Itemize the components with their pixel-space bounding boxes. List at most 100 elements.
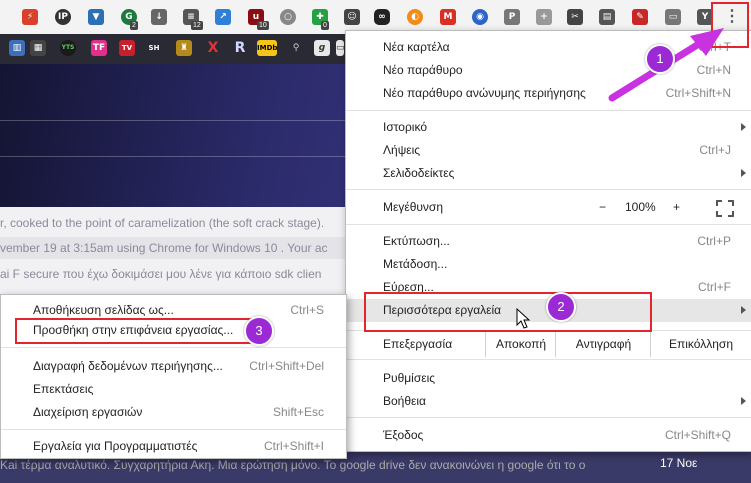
menu-item-label: Διαγραφή δεδομένων περιήγησης... bbox=[33, 359, 223, 373]
menu-item-shortcut: Ctrl+J bbox=[699, 143, 731, 157]
menu-item-label: Μετάδοση... bbox=[383, 257, 448, 271]
paste-icon[interactable]: ▭ bbox=[665, 9, 681, 25]
menu-item-clear-data[interactable]: Διαγραφή δεδομένων περιήγησης... Ctrl+Sh… bbox=[1, 355, 346, 377]
imdb-icon[interactable]: IMDb bbox=[257, 40, 277, 56]
step-1-badge: 1 bbox=[645, 44, 675, 74]
menu-item-label: Επεκτάσεις bbox=[33, 382, 94, 396]
menu-item-label: Σελιδοδείκτες bbox=[383, 166, 455, 180]
menu-item-task-manager[interactable]: Διαχείριση εργασιών Shift+Esc bbox=[1, 401, 346, 423]
scissors-icon[interactable]: ✂ bbox=[567, 9, 583, 25]
step-2-badge: 2 bbox=[546, 292, 576, 322]
cut-button[interactable]: Αποκοπή bbox=[485, 332, 556, 357]
menu-item-help[interactable]: Βοήθεια bbox=[346, 390, 751, 412]
menu-item-shortcut: Ctrl+Shift+I bbox=[263, 439, 324, 453]
menu-item-label: Λήψεις bbox=[383, 143, 421, 157]
sh-icon[interactable]: SH bbox=[146, 40, 162, 56]
submenu-arrow-icon bbox=[741, 397, 746, 405]
tape-icon[interactable]: ∞ bbox=[374, 9, 390, 25]
menu-item-shortcut: Ctrl+P bbox=[697, 234, 731, 248]
menu-separator bbox=[346, 417, 751, 418]
menu-item-shortcut: Ctrl+Shift+Del bbox=[249, 359, 324, 373]
ublock-badge: 10 bbox=[257, 21, 269, 30]
menu-item-shortcut: Shift+Esc bbox=[272, 405, 324, 419]
gmail-icon[interactable]: M bbox=[440, 9, 456, 25]
menu-item-label: Ιστορικό bbox=[383, 120, 428, 134]
menu-item-history[interactable]: Ιστορικό bbox=[346, 116, 751, 138]
terminal-icon[interactable]: ▭ bbox=[336, 40, 345, 56]
menu-item-settings[interactable]: Ρυθμίσεις bbox=[346, 367, 751, 389]
puzzle-badge: 0 bbox=[321, 21, 329, 30]
menu-item-shortcut: Ctrl+Shift+N bbox=[665, 86, 731, 100]
grammarly-badge: 2 bbox=[130, 21, 138, 30]
menu-item-label: Επεξεργασία bbox=[383, 337, 453, 351]
menu-item-label: Μεγέθυνση bbox=[383, 200, 444, 214]
highlight-add-to-desktop bbox=[15, 318, 251, 344]
r-icon[interactable]: R bbox=[232, 40, 248, 56]
g-icon[interactable]: g bbox=[314, 40, 330, 56]
menu-item-new-tab[interactable]: Νέα καρτέλα Ctrl+T bbox=[346, 36, 751, 58]
grid-icon[interactable]: ▦ bbox=[30, 40, 46, 56]
menu-item-label: Νέο παράθυρο ανώνυμης περιήγησης bbox=[383, 86, 586, 100]
zoom-out-button[interactable]: − bbox=[599, 196, 606, 218]
menu-item-label: Έξοδος bbox=[383, 428, 424, 442]
paste-button[interactable]: Επικόλληση bbox=[650, 332, 751, 357]
chrome-main-menu: Νέα καρτέλα Ctrl+T Νέο παράθυρο Ctrl+N Ν… bbox=[345, 30, 751, 452]
camera-icon[interactable]: ◉ bbox=[472, 9, 488, 25]
x-icon[interactable]: X bbox=[205, 40, 221, 56]
menu-item-cast[interactable]: Μετάδοση... bbox=[346, 253, 751, 275]
firefox-icon[interactable]: ◐ bbox=[407, 9, 423, 25]
zoom-in-button[interactable]: + bbox=[673, 196, 680, 218]
menu-item-exit[interactable]: Έξοδος Ctrl+Shift+Q bbox=[346, 424, 751, 446]
pdf-icon[interactable]: P bbox=[504, 9, 520, 25]
menu-item-label: Νέο παράθυρο bbox=[383, 63, 463, 77]
yts-icon[interactable]: YTS bbox=[60, 40, 76, 56]
fullscreen-icon[interactable] bbox=[716, 200, 734, 217]
menu-item-label: Εκτύπωση... bbox=[383, 234, 450, 248]
download-icon[interactable]: ↓ bbox=[151, 9, 167, 25]
comment-date: 17 Νοε bbox=[660, 456, 698, 470]
divider bbox=[0, 120, 345, 121]
menu-separator bbox=[346, 359, 751, 360]
flash-icon[interactable]: ⚡ bbox=[22, 9, 38, 25]
tv-icon[interactable]: TV bbox=[119, 40, 135, 56]
submenu-arrow-icon bbox=[741, 123, 746, 131]
comment-text: Kai τέρμα αναλυτικό. Συγχαρητήρια Ακη. Μ… bbox=[0, 458, 586, 472]
plus-icon[interactable]: + bbox=[536, 9, 552, 25]
content-row: ai F secure που έχω δοκιμάσει μου λένε γ… bbox=[0, 267, 322, 281]
tf-icon[interactable]: TF bbox=[91, 40, 107, 56]
news-badge: 12 bbox=[191, 21, 203, 30]
shield-icon[interactable]: ▼ bbox=[88, 9, 104, 25]
highlight-more-tools bbox=[364, 292, 652, 332]
clipboard-icon[interactable]: ▤ bbox=[599, 9, 615, 25]
submenu-arrow-icon bbox=[741, 169, 746, 177]
menu-item-label: Εργαλεία για Προγραμματιστές bbox=[33, 439, 198, 453]
menu-item-new-incognito[interactable]: Νέο παράθυρο ανώνυμης περιήγησης Ctrl+Sh… bbox=[346, 82, 751, 104]
bookmark-icon[interactable]: ♜ bbox=[176, 40, 192, 56]
content-row: vember 19 at 3:15am using Chrome for Win… bbox=[0, 237, 345, 259]
menu-item-label: Νέα καρτέλα bbox=[383, 40, 450, 54]
menu-item-label: Βοήθεια bbox=[383, 394, 426, 408]
copy-button[interactable]: Αντιγραφή bbox=[555, 332, 651, 357]
magnifier-icon[interactable]: ⚲ bbox=[288, 40, 304, 56]
menu-item-extensions[interactable]: Επεκτάσεις bbox=[1, 378, 346, 400]
menu-item-shortcut: Ctrl+Shift+Q bbox=[664, 428, 731, 442]
menu-item-bookmarks[interactable]: Σελιδοδείκτες bbox=[346, 162, 751, 184]
menu-item-label: Ρυθμίσεις bbox=[383, 371, 436, 385]
zoom-level: 100% bbox=[625, 200, 656, 214]
divider bbox=[0, 156, 345, 157]
menu-item-shortcut: Ctrl+S bbox=[290, 303, 324, 317]
share-icon[interactable]: ↗ bbox=[215, 9, 231, 25]
menu-item-shortcut: Ctrl+F bbox=[698, 280, 731, 294]
menu-item-downloads[interactable]: Λήψεις Ctrl+J bbox=[346, 139, 751, 161]
submenu-arrow-icon bbox=[741, 306, 746, 314]
menu-separator bbox=[1, 347, 346, 348]
pin-icon[interactable]: ✎ bbox=[632, 9, 648, 25]
menu-item-new-window[interactable]: Νέο παράθυρο Ctrl+N bbox=[346, 59, 751, 81]
book-icon[interactable]: ▥ bbox=[9, 40, 25, 56]
ip-icon[interactable]: IP bbox=[55, 9, 71, 25]
menu-item-print[interactable]: Εκτύπωση... Ctrl+P bbox=[346, 230, 751, 252]
face-icon[interactable]: ☺ bbox=[344, 9, 360, 25]
step-3-badge: 3 bbox=[244, 316, 274, 346]
bulb-icon[interactable]: ○ bbox=[280, 9, 296, 25]
menu-item-dev-tools[interactable]: Εργαλεία για Προγραμματιστές Ctrl+Shift+… bbox=[1, 435, 346, 457]
